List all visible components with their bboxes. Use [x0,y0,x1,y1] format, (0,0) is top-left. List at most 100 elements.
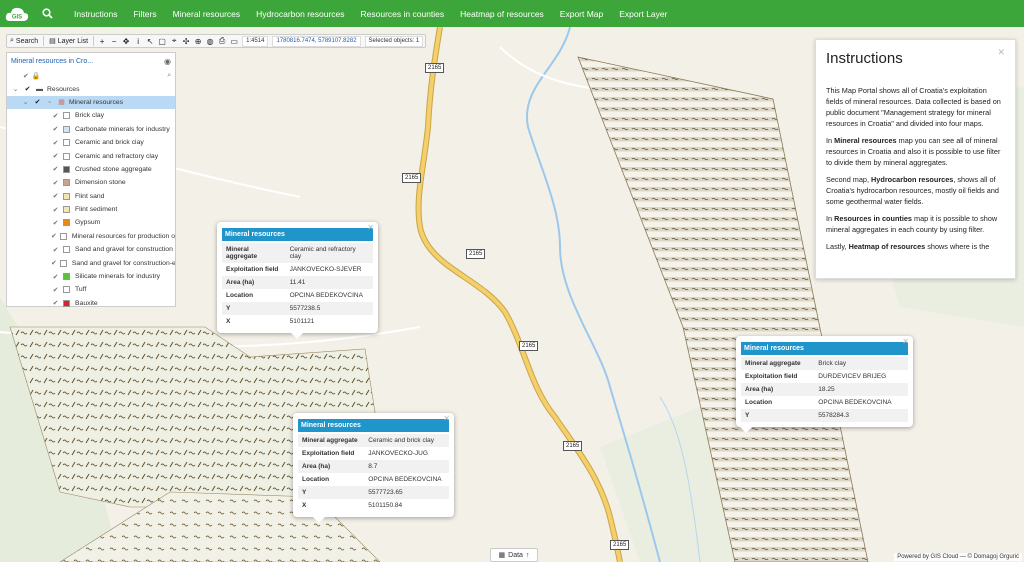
arrow-up-icon: ↑ [525,551,530,559]
svg-text:GIS: GIS [12,14,22,20]
measure-icon[interactable]: ✣ [180,35,192,47]
attribute-value: DURDEVICEV BRIJEG [818,373,887,380]
attribute-key: Exploitation field [226,266,279,273]
nav-hydrocarbon-resources[interactable]: Hydrocarbon resources [256,9,344,19]
check-all-icon[interactable]: ✔ [23,73,29,80]
legend-swatch [59,259,67,267]
chevron-down-icon[interactable]: ⌄ [21,98,30,106]
layer-item[interactable]: ✔ Tuff [7,283,175,296]
close-icon[interactable]: ✕ [902,337,909,346]
folder-icon: ▬ [36,85,43,93]
legend-swatch [63,192,70,200]
zoom-out-icon[interactable]: − [108,35,120,47]
layer-item[interactable]: ✔ Ceramic and brick clay [7,136,175,149]
nav-heatmap[interactable]: Heatmap of resources [460,9,544,19]
visibility-check-icon[interactable]: ✔ [51,206,60,214]
layer-item[interactable]: ✔ Sand and gravel for construction-e [7,256,175,269]
visibility-check-icon[interactable]: ✔ [51,139,60,147]
visibility-check-icon[interactable]: ✔ [51,125,60,133]
legend-swatch [63,286,70,294]
attribute-key: X [302,502,307,509]
layer-item[interactable]: ✔ Silicate minerals for industry [7,270,175,283]
map-title-link[interactable]: Mineral resources in Cro... [11,58,93,65]
visibility-check-icon[interactable]: ✔ [51,179,60,187]
zoom-in-icon[interactable]: + [96,35,108,47]
layer-item[interactable]: ✔ Carbonate minerals for industry [7,123,175,136]
layer-list-button[interactable]: ▤ Layer List [46,35,91,47]
layer-item[interactable]: ✔ Dimension stone [7,176,175,189]
visibility-check-icon[interactable]: ✔ [51,232,57,240]
search-button[interactable]: ⌕ Search [7,35,41,47]
globe-icon[interactable]: ◍ [204,35,216,47]
attribute-key: Mineral aggregate [741,357,815,370]
attribute-key: Mineral aggregate [222,243,286,263]
visibility-check-icon[interactable]: ✔ [51,192,60,200]
print-icon[interactable]: ⎙ [216,35,228,47]
nav-resources-in-counties[interactable]: Resources in counties [361,9,445,19]
visibility-check-icon[interactable]: ✔ [33,98,42,106]
legend-swatch [63,273,70,281]
zoom-to-layer-icon[interactable]: ⌕ [167,72,171,80]
search-icon[interactable] [34,8,60,19]
data-panel-toggle[interactable]: ▦ Data ↑ [490,548,538,562]
attribute-key: X [226,318,231,325]
visibility-check-icon[interactable]: ✔ [51,246,60,254]
table-icon: ▦ [498,552,506,559]
visibility-check-icon[interactable]: ✔ [51,112,60,120]
layer-type-icon: ▦ [58,99,65,107]
layer-item[interactable]: ✔ Gypsum [7,216,175,229]
layer-item[interactable]: ✔ Flint sand [7,190,175,203]
road-label: 2165 [563,441,583,451]
visibility-check-icon[interactable]: ✔ [51,259,57,267]
layer-controls-row: ✔ 🔒 ⌕ [7,69,175,82]
layer-item[interactable]: ✔ Mineral resources for production of [7,230,175,243]
zoom-extent-icon[interactable]: ⊕ [192,35,204,47]
visibility-check-icon[interactable]: ✔ [51,273,60,281]
popup-attributes: Mineral aggregate Brick clay Exploitation … [741,357,908,422]
tree-folder-resources[interactable]: ⌄ ✔ ▬ Resources [7,82,175,95]
info-icon[interactable]: i [132,35,144,47]
pointer-icon[interactable]: ↖ [144,35,156,47]
tree-layer-mineral-resources[interactable]: ⌄ ✔ ▫ ▦ Mineral resources [7,95,175,110]
export-icon[interactable]: ▭ [228,35,240,47]
popup-pointer [291,333,303,339]
attribute-key: Mineral aggregate [298,434,365,447]
visibility-check-icon[interactable]: ✔ [23,85,32,93]
legend-swatch [63,112,70,120]
lock-icon[interactable]: 🔒 [32,73,41,80]
layer-label: Flint sediment [75,206,118,214]
lock-icon[interactable]: ▫ [45,99,54,106]
nav-instructions[interactable]: Instructions [74,9,117,19]
visibility-check-icon[interactable]: ✔ [51,219,60,227]
visibility-check-icon[interactable]: ✔ [51,286,60,294]
layer-label: Dimension stone [75,179,126,187]
layer-item[interactable]: ✔ Crushed stone aggregate [7,163,175,176]
layer-label: Sand and gravel for construction-e [71,259,175,267]
visibility-check-icon[interactable]: ✔ [51,299,60,307]
gis-cloud-logo[interactable]: GIS [0,0,34,27]
chevron-down-icon[interactable]: ⌄ [11,85,20,93]
nav-export-map[interactable]: Export Map [560,9,603,19]
nav-export-layer[interactable]: Export Layer [619,9,667,19]
visibility-check-icon[interactable]: ✔ [51,152,60,160]
nav-mineral-resources[interactable]: Mineral resources [173,9,241,19]
layer-label: Ceramic and brick clay [75,139,144,147]
pan-icon[interactable]: ✥ [120,35,132,47]
select-box-icon[interactable]: ▢ [156,35,168,47]
layer-item[interactable]: ✔ Ceramic and refractory clay [7,149,175,162]
data-label: Data [508,551,523,559]
close-icon[interactable]: ✕ [443,414,450,423]
nav-filters[interactable]: Filters [133,9,156,19]
attribute-row: Mineral aggregate Ceramic and brick clay [298,434,449,447]
layer-item[interactable]: ✔ Sand and gravel for construction [7,243,175,256]
close-icon[interactable]: ✕ [997,47,1005,58]
visibility-check-icon[interactable]: ✔ [51,165,60,173]
layer-item[interactable]: ✔ Brick clay [7,109,175,122]
select-area-icon[interactable]: ⌖ [168,35,180,47]
close-icon[interactable]: ✕ [367,223,374,232]
layer-item[interactable]: ✔ Flint sediment [7,203,175,216]
layer-panel-header: Mineral resources in Cro... ◉ [7,53,175,69]
divider [93,36,95,46]
globe-icon[interactable]: ◉ [164,57,171,66]
layer-item[interactable]: ✔ Bauxite [7,297,175,310]
